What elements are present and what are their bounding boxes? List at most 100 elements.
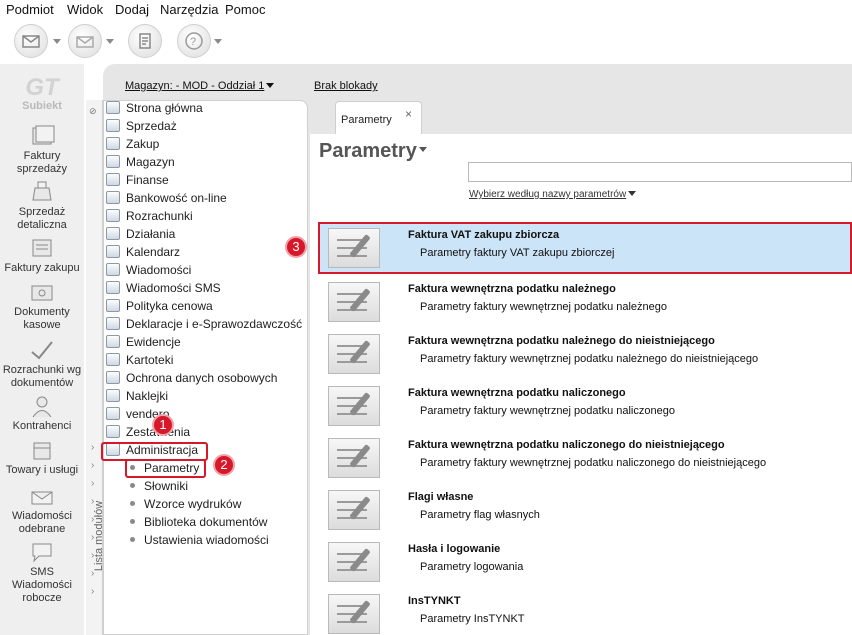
module-list-tab[interactable]: › › › › › › › › › Lista modułów — [86, 100, 105, 635]
nav-kalendarz[interactable]: Kalendarz — [106, 245, 180, 262]
param-row-instynkt[interactable]: InsTYNKT Parametry InsTYNKT — [318, 588, 852, 635]
bank-icon — [106, 191, 120, 204]
contractor-icon — [32, 396, 52, 418]
subnav-slowniki[interactable]: Słowniki — [130, 479, 188, 496]
param-row-faktura-wew-naleznego[interactable]: Faktura wewnętrzna podatku należnego Par… — [318, 276, 852, 328]
menu-podmiot[interactable]: Podmiot — [6, 2, 54, 17]
param-description: Parametry faktury wewnętrznej podatku na… — [420, 405, 675, 417]
nav-strona-glowna[interactable]: Strona główna — [106, 101, 203, 118]
menu-dodaj[interactable]: Dodaj — [115, 2, 149, 17]
menu-widok[interactable]: Widok — [67, 2, 103, 17]
param-row-faktura-wew-naleznego-nieistniejacego[interactable]: Faktura wewnętrzna podatku należnego do … — [318, 328, 852, 380]
subnav-wzorce-wydrukow[interactable]: Wzorce wydruków — [130, 497, 241, 514]
chevron-down-icon[interactable] — [214, 39, 222, 44]
nav-magazyn[interactable]: Magazyn — [106, 155, 175, 172]
module-sprzedaz-detaliczna[interactable]: Sprzedaż detaliczna — [0, 180, 84, 232]
param-title: Faktura VAT zakupu zbiorcza — [408, 229, 560, 241]
chevron-right-icon: › — [91, 460, 95, 471]
menu-bar: Podmiot Widok Dodaj Narzędzia Pomoc — [0, 0, 852, 18]
step-badge-1: 1 — [152, 414, 174, 436]
sms-draft-icon — [32, 543, 52, 563]
nav-zestawienia[interactable]: Zestawienia — [106, 425, 190, 442]
module-rozrachunki[interactable]: Rozrachunki wg dokumentów — [0, 338, 84, 390]
nav-wiadomosci[interactable]: Wiadomości — [106, 263, 191, 280]
send-button[interactable] — [68, 24, 102, 58]
chevron-right-icon: › — [91, 478, 95, 489]
nav-dzialania[interactable]: Działania — [106, 227, 175, 244]
bullet-icon — [130, 519, 135, 524]
question-icon: ? — [185, 32, 203, 50]
chevron-down-icon — [418, 147, 427, 152]
home-icon — [106, 101, 120, 114]
nav-wiadomosci-sms[interactable]: Wiadomości SMS — [106, 281, 221, 298]
param-title: InsTYNKT — [408, 595, 461, 607]
param-row-flagi-wlasne[interactable]: Flagi własne Parametry flag własnych — [318, 484, 852, 536]
chevron-down-icon[interactable] — [106, 39, 114, 44]
warehouse-selector[interactable]: Magazyn: - MOD - Oddział 1 — [125, 80, 275, 92]
module-wiadomosci-odebrane[interactable]: Wiadomości odebrane — [0, 484, 84, 536]
cash-register-icon — [32, 181, 52, 201]
nav-ochrona-danych[interactable]: Ochrona danych osobowych — [106, 371, 277, 388]
param-row-hasla-logowanie[interactable]: Hasła i logowanie Parametry logowania — [318, 536, 852, 588]
nav-polityka-cenowa[interactable]: Polityka cenowa — [106, 299, 213, 316]
param-description: Parametry faktury wewnętrznej podatku na… — [420, 353, 759, 365]
module-sms-robocze[interactable]: SMS Wiadomości robocze — [0, 540, 84, 605]
search-input[interactable] — [468, 162, 852, 182]
document-pen-icon — [328, 594, 380, 634]
param-title: Faktura wewnętrzna podatku naliczonego d… — [408, 439, 725, 451]
module-dokumenty-kasowe[interactable]: Dokumenty kasowe — [0, 280, 84, 332]
param-row-faktura-wew-naliczonego[interactable]: Faktura wewnętrzna podatku naliczonego P… — [318, 380, 852, 432]
vendero-icon — [106, 407, 120, 420]
nav-ewidencje[interactable]: Ewidencje — [106, 335, 181, 352]
document-pen-icon — [328, 334, 380, 374]
document-pen-icon — [328, 490, 380, 530]
filter-by-name-link[interactable]: Wybierz według nazwy parametrów — [469, 189, 637, 200]
subnav-biblioteka[interactable]: Biblioteka dokumentów — [130, 515, 267, 532]
module-faktury-zakupu[interactable]: Faktury zakupu — [0, 236, 84, 275]
registry-icon — [106, 335, 120, 348]
sticker-icon — [106, 389, 120, 402]
purchase-icon — [106, 137, 120, 150]
module-button[interactable] — [128, 24, 162, 58]
envelope-arrow-icon — [22, 35, 40, 48]
module-kontrahenci[interactable]: Kontrahenci — [0, 394, 84, 433]
purchase-invoice-icon — [32, 239, 52, 257]
menu-narzedzia[interactable]: Narzędzia — [160, 2, 219, 17]
nav-rozrachunki[interactable]: Rozrachunki — [106, 209, 193, 226]
module-faktury-sprzedazy[interactable]: Faktury sprzedaży — [0, 124, 84, 176]
nav-finanse[interactable]: Finanse — [106, 173, 169, 190]
received-messages-icon — [31, 491, 53, 505]
nav-sprzedaz[interactable]: Sprzedaż — [106, 119, 177, 136]
subnav-ustawienia-wiadomosci[interactable]: Ustawienia wiadomości — [130, 533, 269, 550]
page-title[interactable]: Parametry — [319, 140, 427, 163]
module-towary[interactable]: Towary i usługi — [0, 438, 84, 477]
nav-zakup[interactable]: Zakup — [106, 137, 159, 154]
lock-status-link[interactable]: Brak blokady — [314, 80, 378, 92]
close-icon[interactable]: × — [405, 107, 412, 121]
document-pen-icon — [328, 386, 380, 426]
actions-icon — [106, 227, 120, 240]
chevron-down-icon[interactable] — [53, 39, 61, 44]
pin-icon[interactable]: ⊘ — [89, 106, 99, 116]
param-title: Flagi własne — [408, 491, 474, 503]
tab-parametry[interactable]: Parametry × — [335, 101, 422, 134]
document-pen-icon — [328, 438, 380, 478]
finance-icon — [106, 173, 120, 186]
param-row-faktura-wew-naliczonego-nieistniejacego[interactable]: Faktura wewnętrzna podatku naliczonego d… — [318, 432, 852, 484]
param-row-faktura-vat-zakupu-zbiorcza[interactable]: Faktura VAT zakupu zbiorcza Parametry fa… — [318, 222, 852, 274]
new-document-button[interactable] — [14, 24, 48, 58]
nav-deklaracje[interactable]: Deklaracje i e-Sprawozdawczość — [106, 317, 302, 334]
help-button[interactable]: ? — [177, 24, 211, 58]
sms-icon — [106, 281, 120, 294]
messages-icon — [106, 263, 120, 276]
nav-bankowosc[interactable]: Bankowość on-line — [106, 191, 227, 208]
nav-kartoteki[interactable]: Kartoteki — [106, 353, 173, 370]
nav-naklejki[interactable]: Naklejki — [106, 389, 168, 406]
settlement-icon — [31, 341, 53, 360]
menu-pomoc[interactable]: Pomoc — [225, 2, 265, 17]
envelope-icon — [76, 36, 94, 48]
step-badge-2: 2 — [213, 454, 235, 476]
pen-document-icon — [139, 33, 151, 49]
param-description: Parametry logowania — [420, 561, 524, 573]
document-pen-icon — [328, 282, 380, 322]
